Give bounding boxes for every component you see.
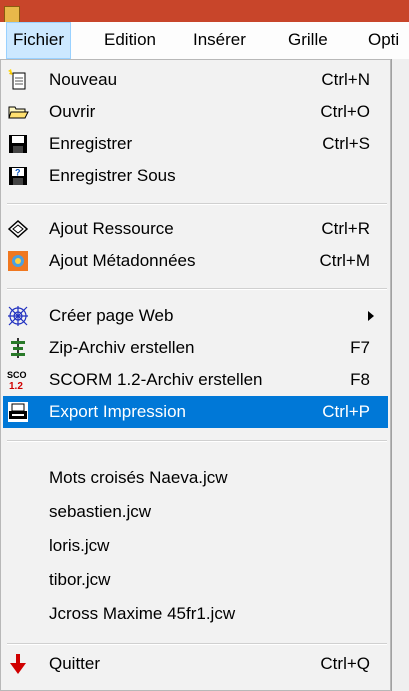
scorm-icon: SCO 1.2 [7, 369, 29, 391]
menu-item-creer-page-web[interactable]: Créer page Web [3, 300, 388, 332]
menu-item-shortcut: Ctrl+P [322, 402, 370, 421]
svg-text:1.2: 1.2 [9, 381, 23, 391]
menu-item-zip-archiv[interactable]: Zip-Archiv erstellen F7 [3, 332, 388, 364]
menu-separator [7, 643, 387, 645]
printer-icon [7, 401, 29, 423]
submenu-arrow-icon [368, 311, 374, 321]
recent-file-label: Mots croisés Naeva.jcw [49, 468, 228, 487]
menu-separator [7, 203, 387, 205]
recent-file-label: Jcross Maxime 45fr1.jcw [49, 604, 236, 623]
web-icon [7, 305, 29, 327]
menu-item-enregistrer-sous[interactable]: ? Enregistrer Sous [3, 160, 388, 192]
menu-separator [7, 288, 387, 290]
menu-item-label: Enregistrer [49, 134, 133, 153]
menu-item-shortcut: Ctrl+N [321, 70, 370, 89]
add-metadata-icon [7, 250, 29, 272]
quit-arrow-icon [7, 653, 29, 675]
add-resource-icon [7, 218, 29, 240]
save-as-icon: ? [7, 165, 29, 187]
menu-fichier[interactable]: Fichier [6, 22, 72, 59]
menu-inserer[interactable]: Insérer [187, 22, 252, 59]
menu-item-enregistrer[interactable]: Enregistrer Ctrl+S [3, 128, 388, 160]
svg-text:SCO: SCO [7, 370, 27, 380]
menu-item-shortcut: F8 [350, 370, 370, 389]
menu-item-shortcut: Ctrl+Q [320, 654, 370, 673]
menu-item-label: SCORM 1.2-Archiv erstellen [49, 370, 263, 389]
menu-separator [7, 440, 387, 442]
menu-item-shortcut: Ctrl+S [322, 134, 370, 153]
menu-bar: Fichier Edition Insérer Grille Opti [0, 22, 409, 60]
menu-item-ouvrir[interactable]: Ouvrir Ctrl+O [3, 96, 388, 128]
window-title-strip [0, 0, 409, 24]
zip-icon [7, 337, 29, 359]
menu-item-label: Créer page Web [49, 306, 174, 325]
menu-edition[interactable]: Edition [98, 22, 162, 59]
menu-item-label: Ouvrir [49, 102, 96, 121]
menu-item-shortcut: Ctrl+O [320, 102, 370, 121]
recent-file-item[interactable]: loris.jcw [3, 530, 388, 562]
menu-item-quitter[interactable]: Quitter Ctrl+Q [3, 648, 388, 680]
menu-item-label: Export Impression [49, 402, 186, 421]
recent-file-item[interactable]: tibor.jcw [3, 564, 388, 596]
recent-file-label: sebastien.jcw [49, 502, 152, 521]
menu-item-label: Zip-Archiv erstellen [49, 338, 195, 357]
menu-item-label: Enregistrer Sous [49, 166, 176, 185]
menu-item-label: Quitter [49, 654, 101, 673]
new-document-icon [7, 69, 29, 91]
recent-file-item[interactable]: sebastien.jcw [3, 496, 388, 528]
menu-options[interactable]: Opti [362, 22, 405, 59]
recent-file-label: tibor.jcw [49, 570, 111, 589]
menu-item-shortcut: Ctrl+R [321, 219, 370, 238]
menu-item-shortcut: Ctrl+M [319, 251, 370, 270]
menu-grille[interactable]: Grille [282, 22, 334, 59]
menu-item-export-impression[interactable]: Export Impression Ctrl+P [3, 396, 388, 428]
menu-item-ajout-metadonnees[interactable]: Ajout Métadonnées Ctrl+M [3, 245, 388, 277]
menu-item-shortcut: F7 [350, 338, 370, 357]
svg-text:?: ? [15, 168, 21, 178]
window-background [391, 59, 409, 691]
menu-item-nouveau[interactable]: Nouveau Ctrl+N [3, 64, 388, 96]
menu-item-label: Ajout Métadonnées [49, 251, 196, 270]
save-disk-icon [7, 133, 29, 155]
menu-item-label: Nouveau [49, 70, 118, 89]
menu-item-label: Ajout Ressource [49, 219, 174, 238]
fichier-dropdown-menu: Nouveau Ctrl+N Ouvrir Ctrl+O Enregistrer… [0, 59, 391, 691]
menu-item-ajout-ressource[interactable]: Ajout Ressource Ctrl+R [3, 213, 388, 245]
open-folder-icon [7, 101, 29, 123]
menu-item-scorm-archiv[interactable]: SCO 1.2 SCORM 1.2-Archiv erstellen F8 [3, 364, 388, 396]
recent-file-item[interactable]: Jcross Maxime 45fr1.jcw [3, 598, 388, 630]
recent-file-item[interactable]: Mots croisés Naeva.jcw [3, 462, 388, 494]
recent-file-label: loris.jcw [49, 536, 110, 555]
